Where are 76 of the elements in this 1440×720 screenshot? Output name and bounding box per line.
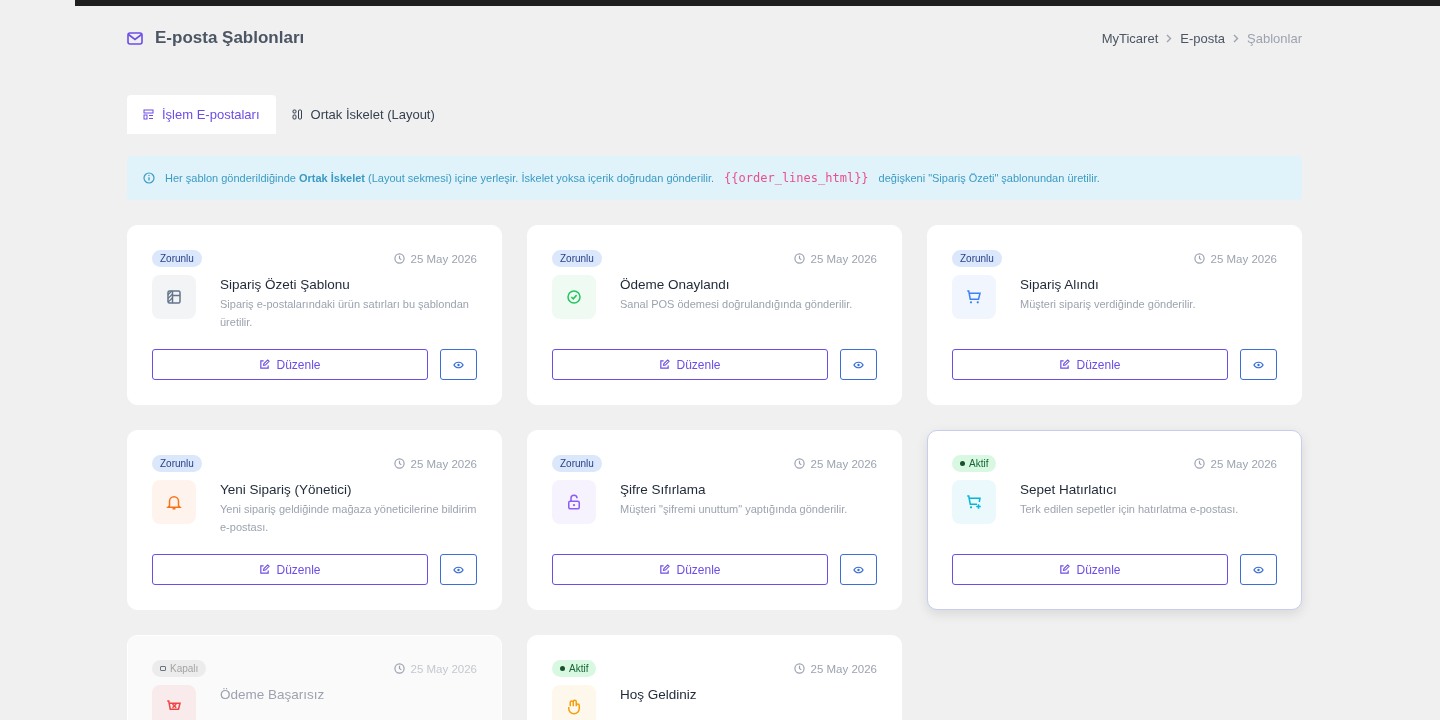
preview-button[interactable] [1240, 349, 1277, 380]
template-title: Ödeme Onaylandı [620, 277, 731, 292]
status-badge: Zorunlu [152, 250, 202, 267]
tab[interactable]: İşlem E-postaları [127, 95, 276, 134]
template-description: Terk edilen sepetler için hatırlatma e-postası. [1020, 502, 1239, 517]
template-title: Sipariş Özeti Şablonu [220, 277, 351, 292]
status-badge: Zorunlu [552, 455, 602, 472]
edit-button[interactable]: Düzenle [552, 554, 828, 585]
edit-button[interactable]: Düzenle [952, 349, 1228, 380]
template-title: Sipariş Alındı [1020, 277, 1100, 292]
clock-icon [1193, 458, 1205, 469]
template-title: Yeni Sipariş (Yönetici) [220, 482, 353, 497]
status-badge: Kapalı [152, 660, 207, 677]
edit-button[interactable]: Düzenle [552, 349, 828, 380]
status-badge: Zorunlu [152, 455, 202, 472]
edit-button[interactable]: Düzenle [152, 349, 428, 380]
status-badge: Zorunlu [552, 250, 602, 267]
info-text: değişkeni "Sipariş Özeti" şablonundan üretilir. [878, 172, 1100, 184]
mail-icon [127, 31, 143, 45]
preview-button[interactable] [840, 349, 877, 380]
preview-button[interactable] [440, 349, 477, 380]
edit-icon [259, 359, 271, 370]
template-title: Sepet Hatırlatıcı [1020, 482, 1118, 497]
edit-icon [1059, 564, 1071, 575]
breadcrumb-item: Şablonlar [1247, 30, 1302, 46]
eye-icon [453, 360, 464, 369]
status-badge: Aktif [552, 660, 597, 677]
date-label: 25 May 2026 [393, 457, 477, 470]
clock-icon [393, 458, 405, 469]
clock-icon [793, 458, 805, 469]
clock-icon [793, 663, 805, 674]
info-text: Her şablon gönderildiğinde Ortak İskelet (Layout sekmesi) içine yerleşir. İskelet yoksa içerik doğrudan gönderilir. [165, 172, 715, 184]
edit-icon [659, 564, 671, 575]
eye-icon [853, 565, 864, 574]
status-badge: Zorunlu [952, 250, 1002, 267]
date-label: 25 May 2026 [1193, 252, 1277, 265]
edit-icon [259, 564, 271, 575]
clock-icon [393, 253, 405, 264]
breadcrumb-item[interactable]: E-posta [1180, 30, 1226, 46]
template-title: Ödeme Başarısız [220, 687, 325, 702]
chevron-icon [1233, 33, 1240, 43]
eye-icon [1253, 565, 1264, 574]
page-title: E-posta Şablonları [155, 28, 305, 48]
edit-button[interactable]: Düzenle [152, 554, 428, 585]
clock-icon [393, 663, 405, 674]
preview-button[interactable] [440, 554, 477, 585]
date-label: 25 May 2026 [793, 252, 877, 265]
template-description: Yeni sipariş geldiğinde mağaza yöneticilerine bildirim e-postası. [220, 502, 477, 535]
date-label: 25 May 2026 [793, 457, 877, 470]
columns-icon [291, 109, 303, 120]
preview-button[interactable] [840, 554, 877, 585]
template-description: Sanal POS ödemesi doğrulandığında gönderilir. [620, 297, 853, 312]
eye-icon [853, 360, 864, 369]
info-icon [143, 172, 155, 184]
edit-icon [1059, 359, 1071, 370]
breadcrumb-item[interactable]: MyTicaret [1101, 30, 1159, 46]
template-title: Şifre Sıfırlama [620, 482, 707, 497]
template-title: Hoş Geldiniz [620, 687, 697, 702]
clock-icon [793, 253, 805, 264]
template-description: Müşteri "şifremi unuttum" yaptığında gönderilir. [620, 502, 848, 517]
date-label: 25 May 2026 [1193, 457, 1277, 470]
eye-icon [1253, 360, 1264, 369]
template-description: Müşteri sipariş verdiğinde gönderilir. [1020, 297, 1196, 312]
code-variable: {{order_lines_html}} [724, 171, 869, 185]
date-label: 25 May 2026 [393, 252, 477, 265]
edit-icon [659, 359, 671, 370]
preview-button[interactable] [1240, 554, 1277, 585]
eye-icon [453, 565, 464, 574]
tab[interactable]: Ortak İskelet (Layout) [275, 95, 451, 134]
clock-icon [1193, 253, 1205, 264]
date-label: 25 May 2026 [793, 662, 877, 675]
status-badge: Aktif [952, 455, 997, 472]
chevron-icon [1166, 33, 1173, 43]
template-description: Sipariş e-postalarındaki ürün satırları bu şablondan üretilir. [220, 297, 470, 330]
layout-icon [143, 109, 154, 120]
edit-button[interactable]: Düzenle [952, 554, 1228, 585]
